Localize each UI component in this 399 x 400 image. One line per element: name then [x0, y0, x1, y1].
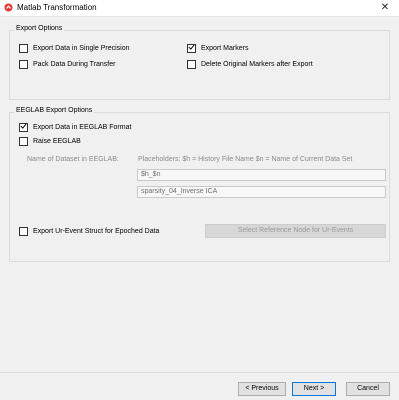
delete-markers-label: Delete Original Markers after Export — [201, 60, 313, 68]
next-button[interactable]: Next > — [292, 382, 336, 396]
footer-divider — [0, 372, 399, 373]
close-button[interactable]: ✕ — [371, 0, 399, 16]
dataset-name-preview-field: sparsity_04_Inverse ICA — [137, 186, 386, 198]
raise-eeglab-checkbox[interactable]: Raise EEGLAB — [19, 136, 81, 146]
single-precision-checkbox[interactable]: Export Data in Single Precision — [19, 43, 130, 53]
matlab-logo-icon — [4, 3, 13, 12]
ur-event-checkbox[interactable]: Export Ur-Event Struct for Epoched Data — [19, 226, 159, 236]
ur-event-label: Export Ur-Event Struct for Epoched Data — [33, 227, 160, 235]
checkmark-icon — [188, 44, 195, 50]
eeglab-format-label: Export Data in EEGLAB Format — [33, 123, 132, 131]
cancel-button[interactable]: Cancel — [346, 382, 390, 396]
dataset-name-label: Name of Dataset in EEGLAB: — [27, 156, 119, 163]
export-markers-checkbox[interactable]: Export Markers — [187, 43, 248, 53]
select-reference-node-button[interactable]: Select Reference Node for Ur-Events — [205, 224, 386, 238]
pack-data-label: Pack Data During Transfer — [33, 60, 116, 68]
window-title: Matlab Transformation — [17, 3, 97, 12]
placeholders-hint: Placeholders: $h = History File Name $n … — [138, 156, 353, 163]
dataset-name-pattern-input[interactable]: $h_$n — [137, 169, 386, 181]
checkbox-box — [187, 59, 196, 69]
pack-data-checkbox[interactable]: Pack Data During Transfer — [19, 59, 115, 69]
export-options-legend: Export Options — [14, 25, 65, 32]
export-markers-label: Export Markers — [201, 44, 249, 52]
checkbox-box — [19, 122, 28, 132]
checkbox-box — [19, 59, 28, 69]
delete-markers-checkbox[interactable]: Delete Original Markers after Export — [187, 59, 313, 69]
eeglab-format-checkbox[interactable]: Export Data in EEGLAB Format — [19, 122, 131, 132]
checkbox-box — [19, 136, 28, 146]
eeglab-options-legend: EEGLAB Export Options — [14, 107, 95, 114]
checkmark-icon — [20, 123, 27, 129]
raise-eeglab-label: Raise EEGLAB — [33, 137, 81, 145]
checkbox-box — [19, 43, 28, 53]
checkbox-box — [19, 226, 28, 236]
title-bar: Matlab Transformation ✕ — [0, 0, 399, 17]
checkbox-box — [187, 43, 196, 53]
single-precision-label: Export Data in Single Precision — [33, 44, 130, 52]
previous-button[interactable]: < Previous — [238, 382, 286, 396]
